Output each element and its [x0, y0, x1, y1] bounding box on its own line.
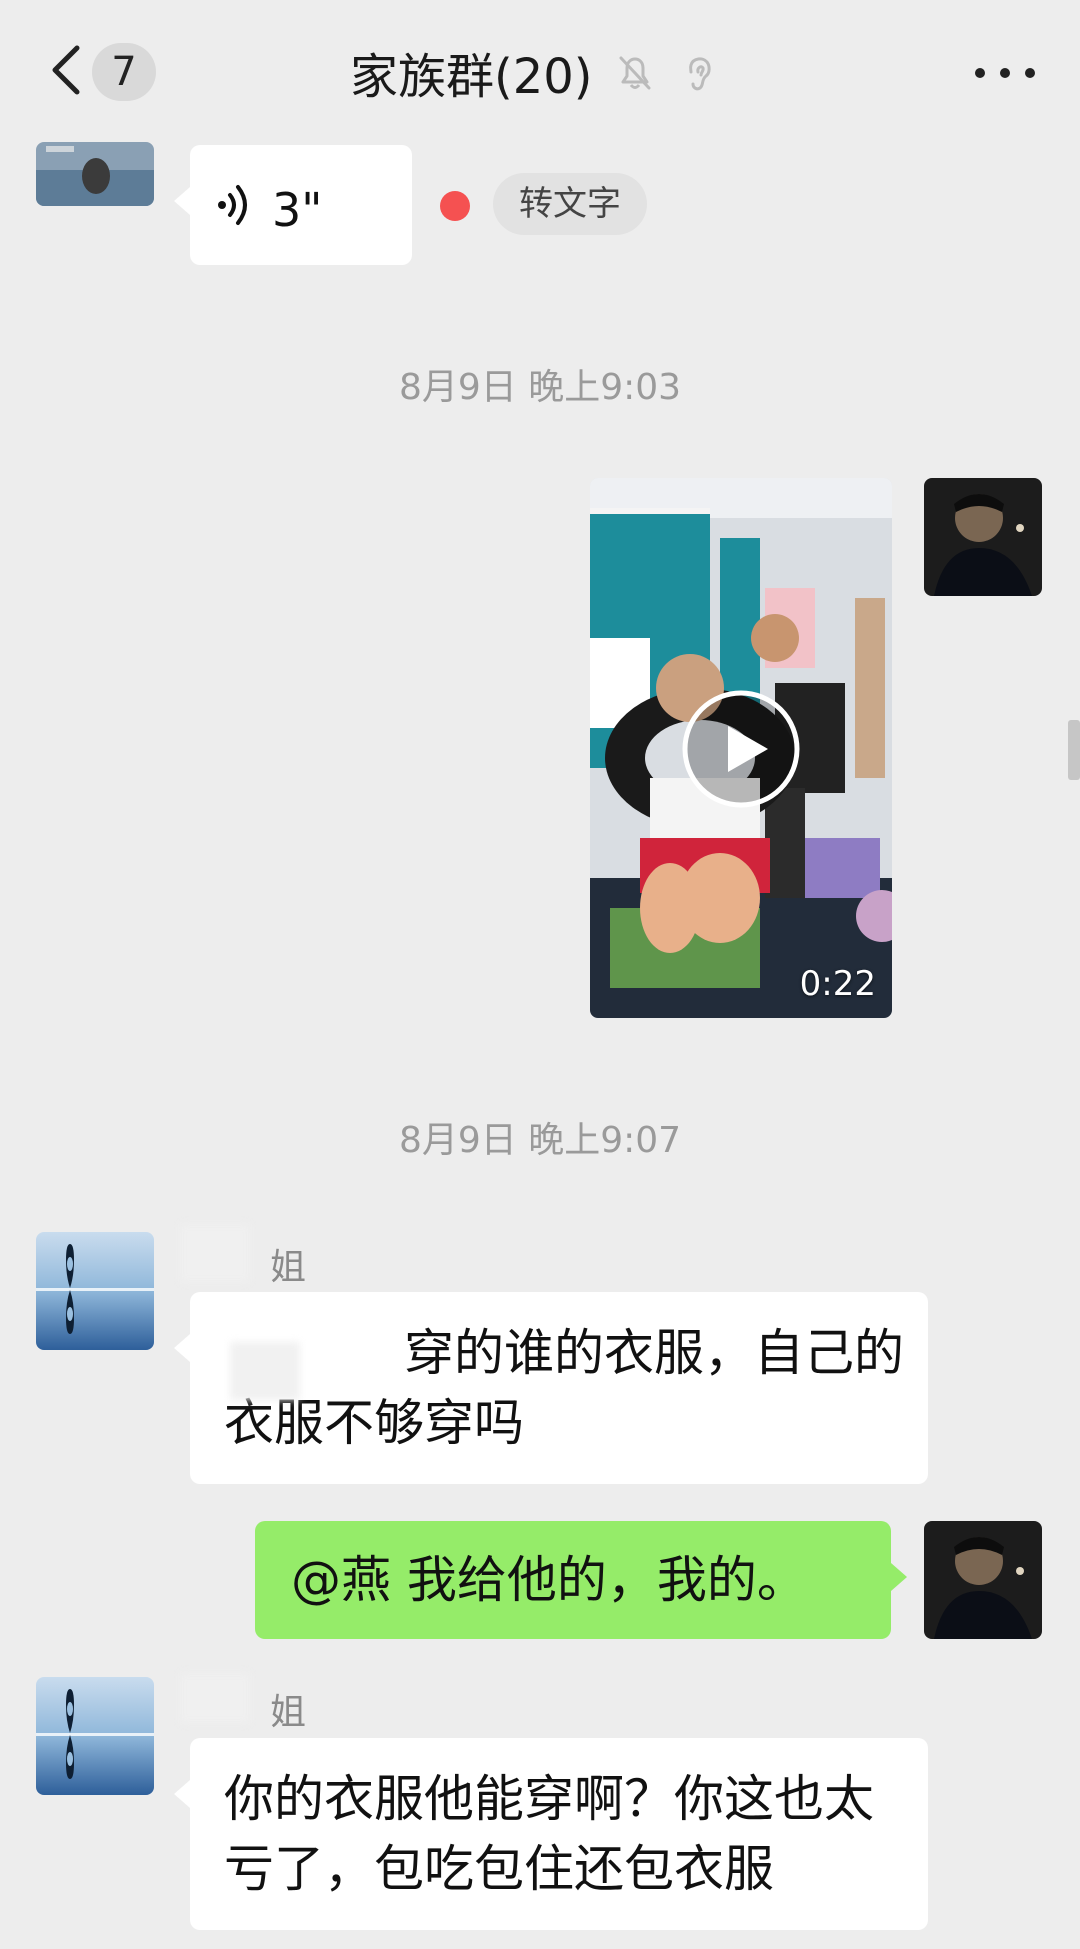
- timestamp: 8月9日 晚上9:07: [398, 1120, 682, 1161]
- timestamp: 8月9日 晚上9:03: [398, 367, 682, 408]
- voice-duration: 3": [272, 183, 323, 237]
- message-text: 穿的谁的衣服，自己的衣服不够穿吗: [224, 1324, 904, 1452]
- play-icon[interactable]: [680, 688, 802, 810]
- self-message-bubble[interactable]: @燕 我给他的，我的。: [255, 1521, 907, 1639]
- convert-to-text-button[interactable]: 转文字: [493, 173, 647, 235]
- top-bar: 7 家族群(20): [0, 0, 1080, 145]
- video-message[interactable]: 0:22: [590, 478, 892, 1018]
- avatar-image: [36, 1677, 154, 1795]
- avatar[interactable]: [36, 142, 154, 206]
- redacted-area: [230, 1342, 300, 1400]
- video-duration: 0:22: [799, 964, 876, 1004]
- voice-wave-icon: [218, 185, 247, 225]
- redacted-area: [180, 1224, 250, 1282]
- sender-name: 姐: [180, 1224, 306, 1290]
- unread-badge[interactable]: 7: [92, 43, 156, 101]
- back-icon[interactable]: [45, 40, 95, 100]
- chat-title-area[interactable]: 家族群(20): [350, 40, 721, 105]
- redacted-area: [180, 1673, 250, 1723]
- scrollbar-thumb[interactable]: [1068, 720, 1080, 780]
- chat-title: 家族群(20): [350, 49, 593, 105]
- sender-name: 姐: [180, 1673, 306, 1735]
- message-bubble[interactable]: 你的衣服他能穿啊？你这也太亏了，包吃包住还包衣服: [174, 1738, 928, 1930]
- avatar-image: [36, 142, 154, 206]
- message-text: @燕 我给他的，我的。: [291, 1551, 807, 1609]
- message-text: 你的衣服他能穿啊？你这也太亏了，包吃包住还包衣服: [224, 1770, 874, 1898]
- mute-bell-icon: [619, 56, 651, 90]
- avatar[interactable]: [36, 1232, 154, 1350]
- message-bubble[interactable]: 穿的谁的衣服，自己的衣服不够穿吗: [174, 1292, 928, 1484]
- self-avatar[interactable]: [924, 478, 1042, 596]
- avatar-image: [924, 478, 1042, 596]
- ear-icon: [688, 57, 711, 91]
- avatar[interactable]: [36, 1677, 154, 1795]
- sender-name-text: 姐: [270, 1247, 307, 1288]
- voice-message-bubble[interactable]: 3": [174, 145, 412, 265]
- self-avatar[interactable]: [924, 1521, 1042, 1639]
- avatar-image: [36, 1232, 154, 1350]
- unread-voice-dot: [440, 191, 470, 221]
- avatar-image: [924, 1521, 1042, 1639]
- sender-name-text: 姐: [270, 1692, 307, 1733]
- more-icon[interactable]: [965, 58, 1055, 88]
